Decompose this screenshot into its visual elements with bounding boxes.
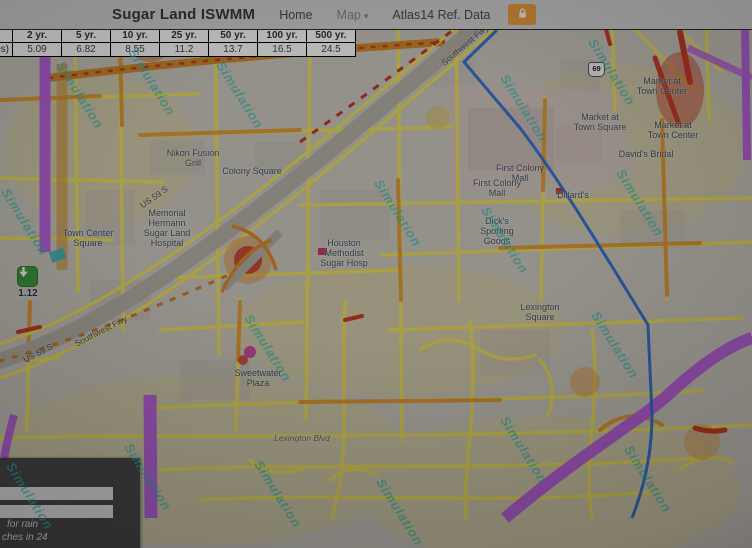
place-label: Market at Town Center — [637, 76, 688, 96]
atlas-value-cell: 13.7 — [209, 43, 258, 57]
atlas-column-header: 5 yr. — [62, 29, 111, 43]
simulation-caption-line2: ches in 24 — [2, 532, 48, 543]
download-arrow-icon — [17, 266, 38, 287]
place-label: Houston Methodist Sugar Hosp — [320, 238, 368, 268]
street-label: Lexington Blvd — [274, 434, 330, 444]
place-label: Dillard's — [557, 190, 589, 200]
atlas-row-label: (inches) — [0, 43, 13, 57]
place-label: Market at Town Center — [648, 120, 699, 140]
app-header: Sugar Land ISWMM Home Map▾ Atlas14 Ref. … — [0, 0, 752, 30]
place-label: Sweetwater Plaza — [234, 368, 281, 388]
place-label: Memorial Hermann Sugar Land Hospital — [144, 208, 191, 248]
place-label: Market at Town Square — [574, 112, 627, 132]
nav-home[interactable]: Home — [279, 8, 312, 22]
atlas-column-header: 50 yr. — [209, 29, 258, 43]
place-label: Lexington Square — [520, 302, 559, 322]
atlas-value-cell: 8.55 — [111, 43, 160, 57]
atlas-value-cell: 6.82 — [62, 43, 111, 57]
map-canvas[interactable]: Nikon Fusion GrillColony Square Memorial … — [0, 30, 752, 548]
atlas-column-header: 25 yr. — [160, 29, 209, 43]
place-label: Nikon Fusion Grill — [167, 148, 220, 168]
simulation-caption-line1: for rain — [7, 519, 38, 530]
atlas-column-header: 100 yr. — [258, 29, 307, 43]
chevron-down-icon: ▾ — [364, 11, 369, 21]
simulation-panel: for rain ches in 24 — [0, 458, 140, 548]
atlas-column-header: 10 yr. — [111, 29, 160, 43]
atlas-column-header: 500 yr. — [307, 29, 356, 43]
simulation-input-1[interactable] — [0, 487, 113, 500]
atlas-value-cell: 24.5 — [307, 43, 356, 57]
atlas-value-cell: 16.5 — [258, 43, 307, 57]
place-label: Town Center Square — [63, 228, 114, 248]
place-label: Colony Square — [222, 166, 282, 176]
simulation-input-2[interactable] — [0, 505, 113, 518]
place-label: Dick's Sporting Goods — [480, 216, 514, 246]
nav-atlas14-ref-data[interactable]: Atlas14 Ref. Data — [392, 8, 490, 22]
lock-button[interactable] — [508, 4, 536, 25]
atlas-value-cell: 11.2 — [160, 43, 209, 57]
nav-map[interactable]: Map▾ — [337, 8, 369, 22]
place-label: David's Bridal — [619, 149, 674, 159]
atlas-value-cell: 5.09 — [13, 43, 62, 57]
highway-shield-69: 69 — [588, 62, 605, 77]
rainfall-marker-value: 1.12 — [17, 288, 39, 299]
lock-icon — [516, 7, 529, 23]
app-title: Sugar Land ISWMM — [112, 6, 255, 23]
place-label: First Colony Mall — [473, 178, 521, 198]
atlas-column-header: 2 yr. — [13, 29, 62, 43]
rainfall-marker[interactable]: 1.12 — [17, 266, 39, 299]
